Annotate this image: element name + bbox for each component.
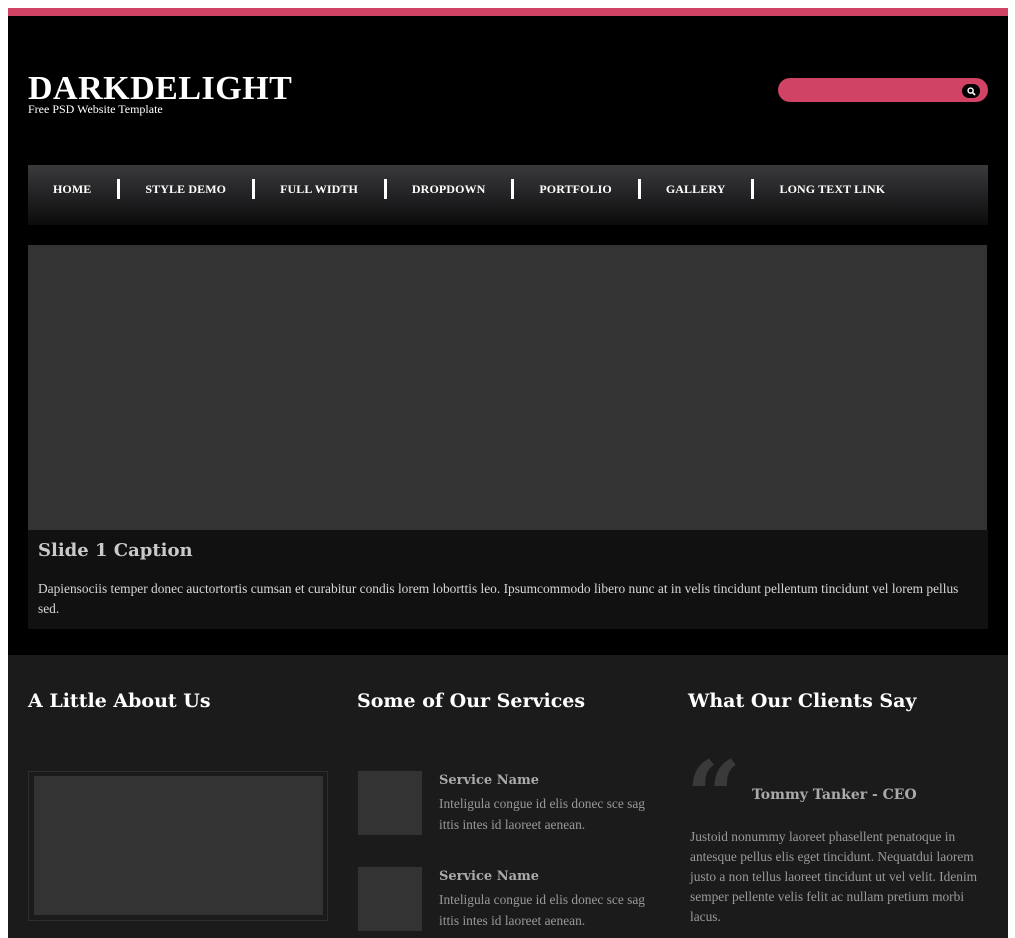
caption-title: Slide 1 Caption — [38, 540, 193, 561]
client-name: Tommy Tanker - CEO — [752, 787, 917, 803]
slider-caption: Slide 1 Caption Dapiensociis temper done… — [28, 530, 988, 629]
search-box — [778, 78, 988, 102]
about-image-frame — [28, 771, 328, 921]
service-description: Inteligula congue id elis donec sce sag … — [439, 892, 645, 928]
nav-style-demo[interactable]: STYLE DEMO — [120, 181, 252, 197]
nav-dropdown[interactable]: DROPDOWN — [387, 181, 511, 197]
testimonials-title: What Our Clients Say — [688, 690, 917, 712]
content-section: A Little About Us Some of Our Services W… — [8, 655, 1008, 938]
service-thumbnail[interactable] — [358, 867, 422, 931]
service-thumbnail[interactable] — [358, 771, 422, 835]
about-title: A Little About Us — [28, 690, 211, 712]
about-image — [34, 776, 323, 915]
search-button[interactable] — [962, 84, 980, 98]
accent-top-bar — [8, 8, 1008, 16]
nav-home[interactable]: HOME — [28, 181, 117, 197]
search-input[interactable] — [778, 78, 958, 102]
nav-full-width[interactable]: FULL WIDTH — [255, 181, 384, 197]
slider-image[interactable] — [28, 245, 987, 530]
service-name[interactable]: Service Name — [439, 773, 539, 789]
nav-long-text-link[interactable]: LONG TEXT LINK — [754, 181, 911, 197]
service-name[interactable]: Service Name — [439, 869, 539, 885]
nav-portfolio[interactable]: PORTFOLIO — [514, 181, 637, 197]
main-navigation: HOME STYLE DEMO FULL WIDTH DROPDOWN PORT… — [28, 165, 988, 225]
page: DARKDELIGHT Free PSD Website Template HO… — [8, 8, 1008, 938]
caption-text: Dapiensociis temper donec auctortortis c… — [38, 581, 959, 616]
client-quote: Justoid nonummy laoreet phasellent penat… — [690, 829, 978, 924]
search-icon — [966, 86, 976, 96]
services-title: Some of Our Services — [357, 690, 586, 712]
service-description: Inteligula congue id elis donec sce sag … — [439, 796, 645, 832]
nav-gallery[interactable]: GALLERY — [641, 181, 752, 197]
site-tagline: Free PSD Website Template — [28, 102, 163, 116]
